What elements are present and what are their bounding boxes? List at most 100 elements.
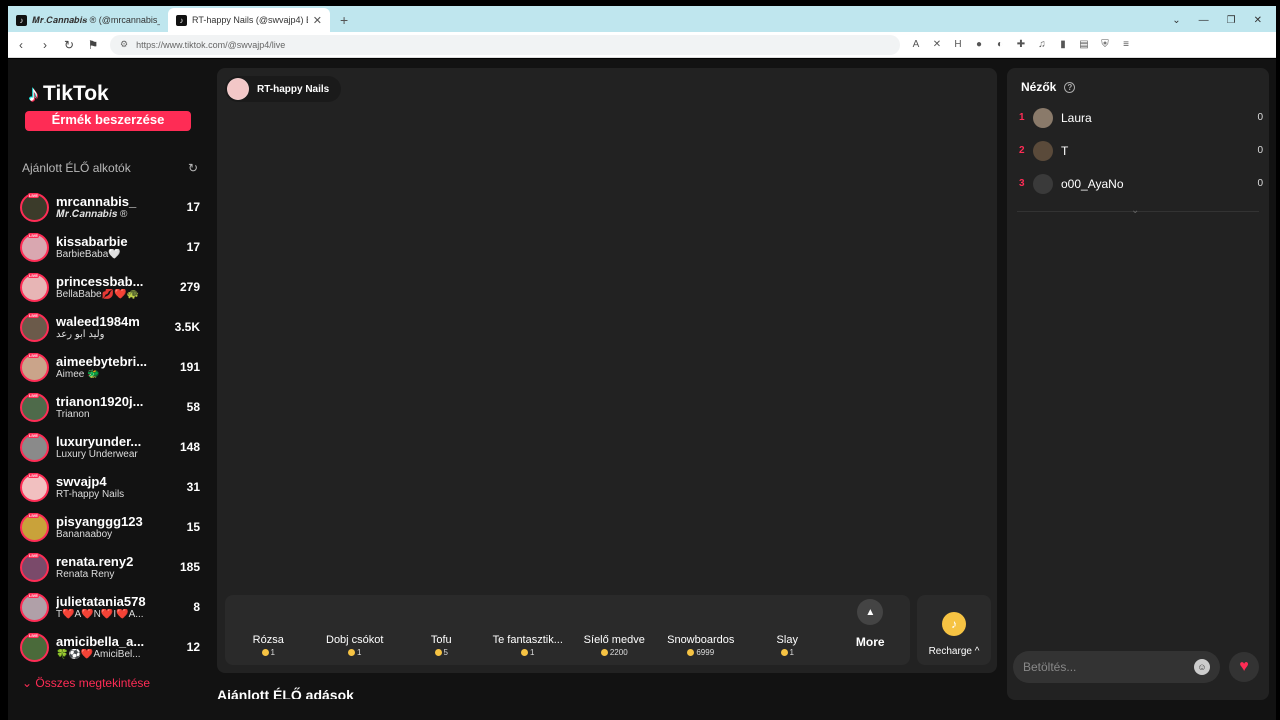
viewer-avatar[interactable]: [1033, 173, 1053, 194]
extension-icon[interactable]: ●: [973, 39, 985, 50]
creator-avatar[interactable]: LIVE: [20, 392, 49, 422]
gift-item[interactable]: Rózsa 1: [225, 634, 312, 657]
creator-username: amicibella_a...: [56, 634, 145, 649]
gift-item[interactable]: Tofu 5: [398, 634, 485, 657]
creator-avatar[interactable]: LIVE: [20, 472, 49, 502]
vpn-icon[interactable]: ⛨: [1099, 39, 1111, 50]
extension-icon[interactable]: H: [952, 39, 964, 50]
gift-price: 1: [744, 648, 831, 657]
viewer-count: 12: [186, 640, 200, 654]
see-all-label: Összes megtekintése: [35, 676, 151, 690]
creator-item[interactable]: LIVE pisyanggg123 Bananaaboy 15: [20, 507, 200, 547]
creator-username: kissabarbie: [56, 234, 128, 249]
creator-avatar[interactable]: LIVE: [20, 552, 49, 582]
creator-list: LIVE mrcannabis_ 𝑴𝒓.𝑪𝒂𝒏𝒏𝒂𝒃𝒊𝒔 ® 17 LIVE kissab…: [20, 187, 200, 667]
recharge-label: Recharge ^: [928, 646, 980, 657]
live-badge: LIVE: [28, 432, 39, 438]
gift-price: 2200: [571, 648, 658, 657]
chat-input[interactable]: Betöltés... ☺: [1013, 651, 1220, 683]
creator-item[interactable]: LIVE julietatania578 T❤️A❤️N❤️I❤️A... 8: [20, 587, 200, 627]
like-heart-button[interactable]: ♥: [1229, 652, 1259, 682]
coin-icon: [434, 649, 442, 657]
close-tab-icon[interactable]: ✕: [313, 14, 322, 27]
media-icon[interactable]: ♫: [1036, 39, 1048, 50]
viewer-avatar[interactable]: [1033, 107, 1053, 128]
creator-avatar[interactable]: LIVE: [20, 272, 49, 302]
forward-icon[interactable]: ›: [38, 38, 52, 52]
back-icon[interactable]: ‹: [14, 38, 28, 52]
creator-display-name: T❤️A❤️N❤️I❤️A...: [56, 609, 144, 620]
creator-item[interactable]: LIVE waleed1984m وليد ابو رعد 3.5K: [20, 307, 200, 347]
restore-icon[interactable]: ❐: [1227, 15, 1236, 26]
viewer-count: 17: [186, 240, 200, 254]
viewer-avatar[interactable]: [1033, 140, 1053, 161]
bookmark-icon[interactable]: ⚑: [86, 38, 100, 52]
creator-item[interactable]: LIVE mrcannabis_ 𝑴𝒓.𝑪𝒂𝒏𝒏𝒂𝒃𝒊𝒔 ® 17: [20, 187, 200, 227]
host-badge[interactable]: RT-happy Nails: [225, 76, 342, 102]
creator-item[interactable]: LIVE renata.reny2 Renata Reny 185: [20, 547, 200, 587]
chevron-down-icon[interactable]: ⌄: [1172, 15, 1180, 26]
new-tab-button[interactable]: +: [330, 8, 358, 32]
creator-item[interactable]: LIVE princessbab... BellaBabe💋❤️🐢 279: [20, 267, 200, 307]
live-badge: LIVE: [28, 632, 39, 638]
creator-item[interactable]: LIVE trianon1920j... Trianon 58: [20, 387, 200, 427]
gift-item[interactable]: Te fantasztik... 1: [485, 634, 572, 657]
creator-avatar[interactable]: LIVE: [20, 192, 49, 222]
browser-tab-active[interactable]: ♪ RT-happy Nails (@swvajp4) ÉLŐ ✕: [168, 8, 330, 32]
tiktok-logo[interactable]: ♪ TikTok: [28, 81, 109, 107]
creator-avatar[interactable]: LIVE: [20, 632, 49, 662]
extension-icon[interactable]: ◐: [994, 39, 1006, 50]
refresh-icon[interactable]: ↻: [188, 161, 198, 175]
creator-display-name: BellaBabe💋❤️🐢: [56, 289, 139, 300]
creator-item[interactable]: LIVE swvajp4 RT-happy Nails 31: [20, 467, 200, 507]
recommended-creators-header: Ajánlott ÉLŐ alkotók ↻: [22, 161, 198, 175]
creator-avatar[interactable]: LIVE: [20, 592, 49, 622]
host-avatar[interactable]: [227, 78, 249, 100]
creator-avatar[interactable]: LIVE: [20, 512, 49, 542]
close-window-icon[interactable]: ✕: [1254, 15, 1262, 26]
get-coins-label: Érmék beszerzése: [51, 112, 165, 127]
gift-price-value: 2200: [609, 648, 628, 657]
gift-item[interactable]: Dobj csókot 1: [312, 634, 399, 657]
help-icon[interactable]: ?: [1064, 81, 1076, 93]
site-settings-icon[interactable]: ⚙: [120, 39, 128, 50]
browser-tab[interactable]: ♪ 𝑴𝒓.𝑪𝒂𝒏𝒏𝒂𝒃𝒊𝒔 ® (@mrcannabis_) ÉLŐ: [8, 8, 168, 32]
creator-item[interactable]: LIVE aimeebytebri... Aimee 🐲 191: [20, 347, 200, 387]
minimize-icon[interactable]: —: [1199, 15, 1209, 26]
emoji-icon[interactable]: ☺: [1194, 659, 1210, 675]
gift-price: 5: [398, 648, 485, 657]
get-coins-button[interactable]: Érmék beszerzése: [25, 111, 191, 131]
creator-avatar[interactable]: LIVE: [20, 232, 49, 262]
creator-item[interactable]: LIVE amicibella_a... 🍀⚽❤️AmiciBel... 12: [20, 627, 200, 667]
sidebar-icon[interactable]: ▮: [1057, 39, 1069, 50]
live-player[interactable]: RT-happy Nails Rózsa 1 Dobj csókot 1 Tofu 5 Te…: [217, 68, 997, 673]
wallet-icon[interactable]: ▤: [1078, 39, 1090, 50]
gift-name: Tofu: [430, 634, 452, 646]
chevron-down-icon[interactable]: ⌄: [1131, 205, 1139, 216]
gift-item[interactable]: Slay 1: [744, 634, 831, 657]
menu-icon[interactable]: ≡: [1120, 39, 1132, 50]
gift-item[interactable]: Snowboardos 6999: [658, 634, 745, 657]
extension-icon[interactable]: ✕: [931, 39, 943, 50]
viewer-row[interactable]: 2 T 0: [1019, 134, 1263, 167]
viewer-row[interactable]: 1 Laura 0: [1019, 101, 1263, 134]
gift-item[interactable]: Síelő medve 2200: [571, 634, 658, 657]
creator-avatar[interactable]: LIVE: [20, 352, 49, 382]
translate-icon[interactable]: A: [910, 39, 922, 50]
reload-icon[interactable]: ↻: [62, 38, 76, 52]
creator-item[interactable]: LIVE kissabarbie BarbieBaba🤍 17: [20, 227, 200, 267]
viewer-row[interactable]: 3 o00_AyaNo 0: [1019, 167, 1263, 200]
creator-info: luxuryunder... Luxury Underwear: [56, 434, 163, 460]
more-gifts-button[interactable]: ▲ More: [831, 587, 911, 657]
creator-item[interactable]: LIVE luxuryunder... Luxury Underwear 148: [20, 427, 200, 467]
tiktok-favicon-icon: ♪: [16, 14, 27, 26]
see-all-link[interactable]: ⌄ Összes megtekintése: [22, 676, 150, 690]
recharge-button[interactable]: ♪ Recharge ^: [917, 595, 991, 665]
coin-icon: [687, 649, 695, 657]
creator-avatar[interactable]: LIVE: [20, 432, 49, 462]
url-field[interactable]: ⚙ https://www.tiktok.com/@swvajp4/live: [110, 34, 900, 55]
creator-avatar[interactable]: LIVE: [20, 312, 49, 342]
creator-username: renata.reny2: [56, 554, 134, 569]
viewer-count: 15: [186, 520, 200, 534]
extensions-puzzle-icon[interactable]: ✚: [1015, 39, 1027, 50]
